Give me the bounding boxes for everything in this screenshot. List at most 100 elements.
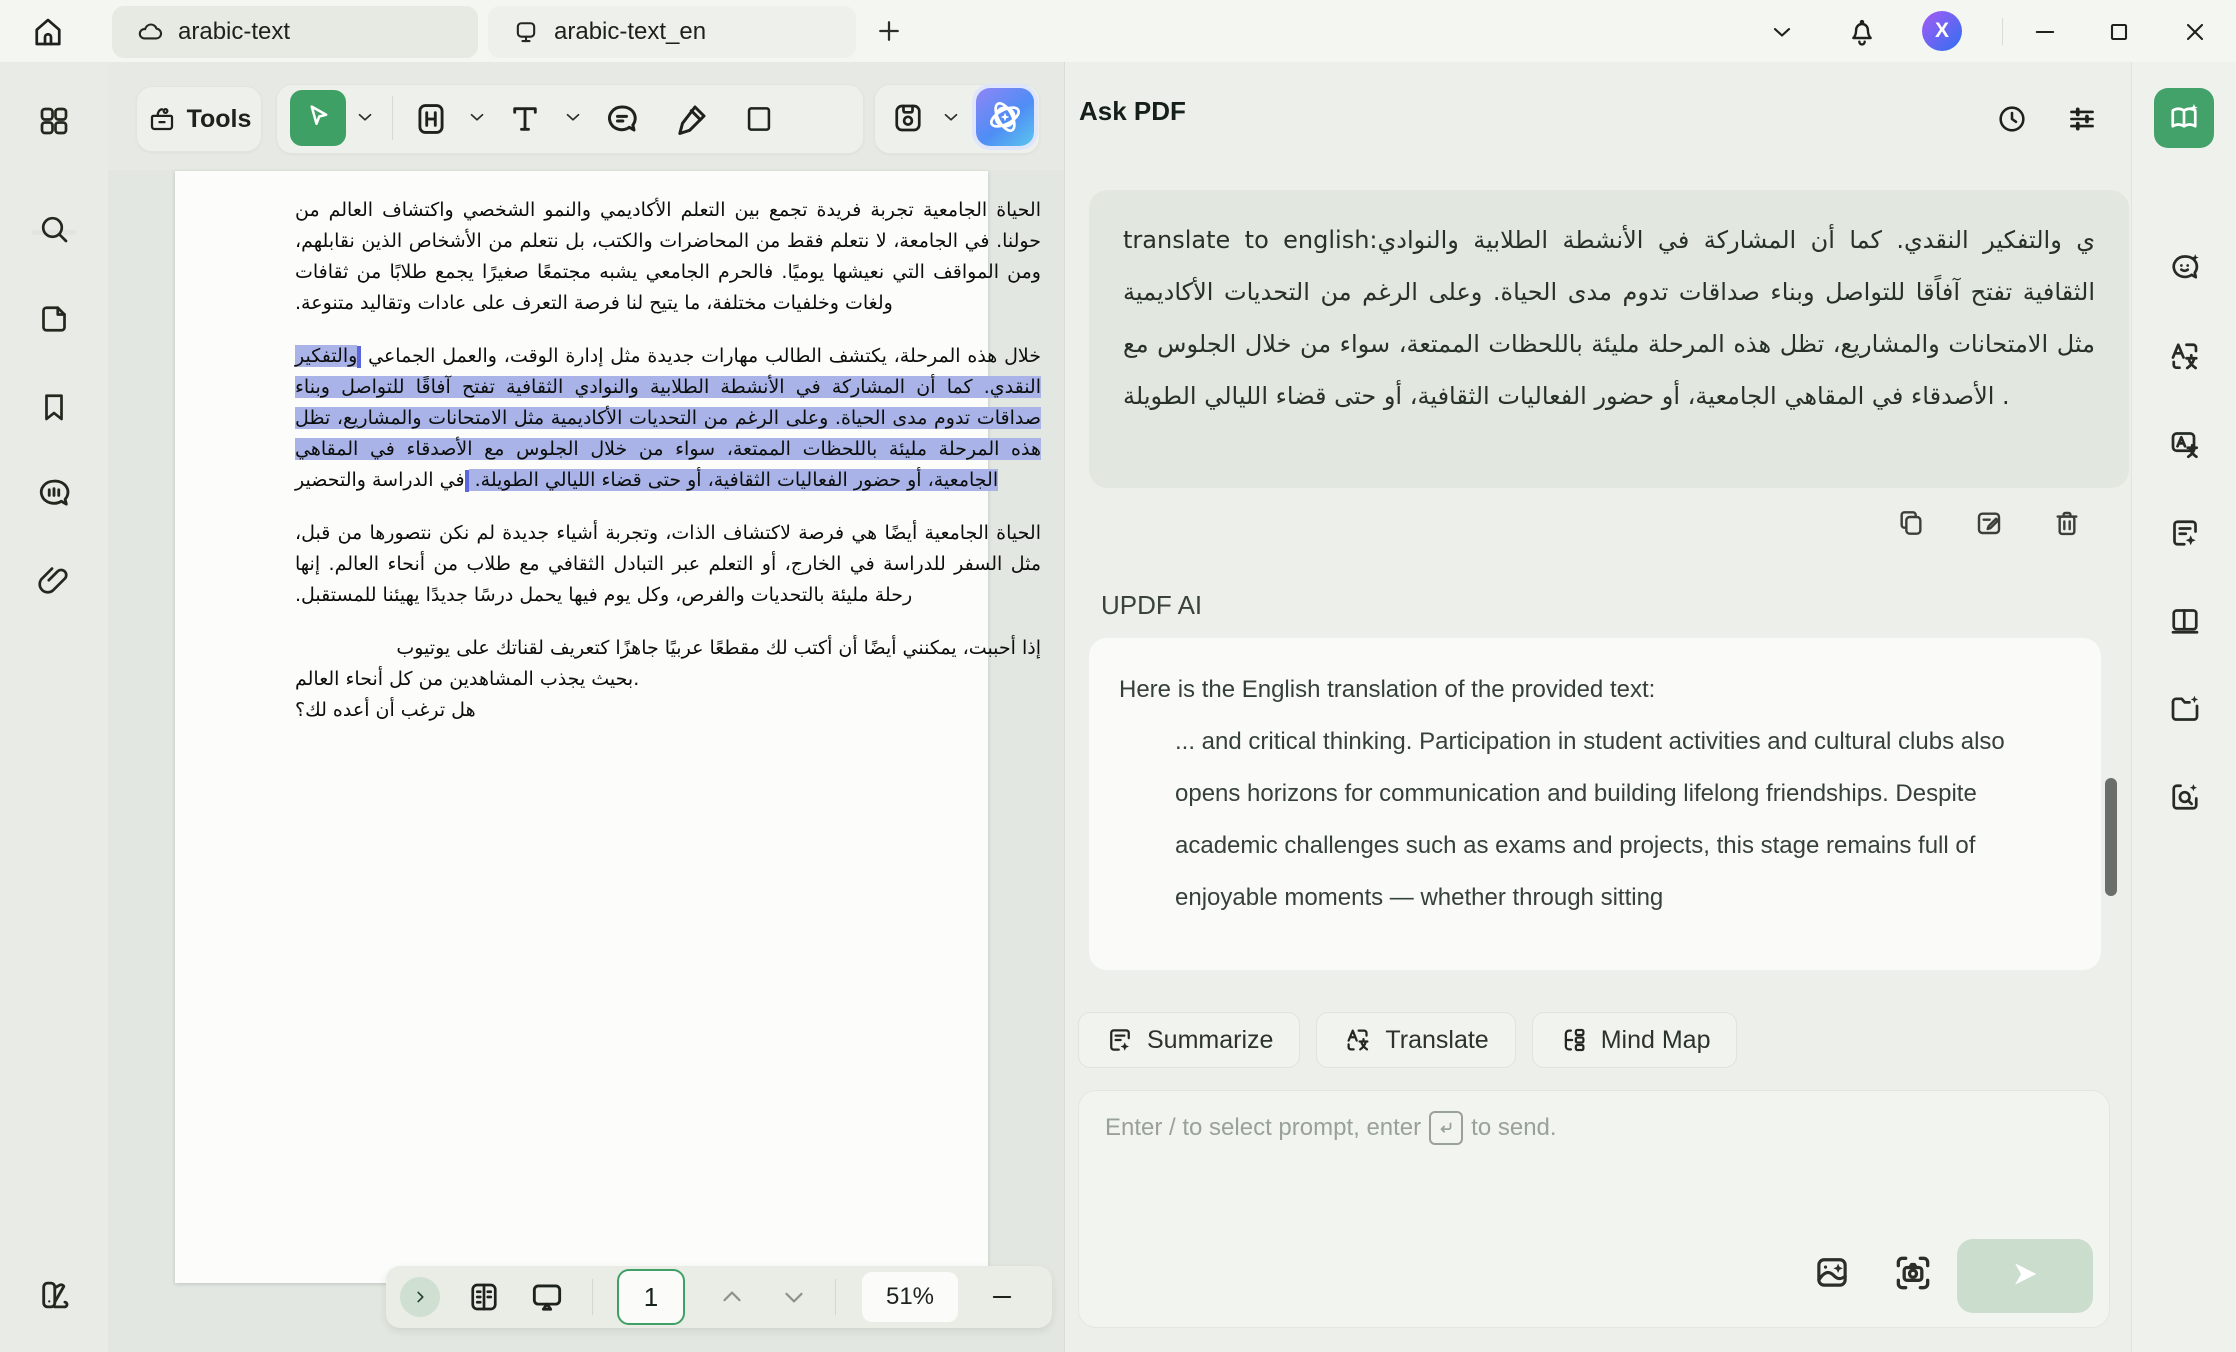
pdf-page[interactable]: الحياة الجامعية تجربة فريدة تجمع بين الت… bbox=[175, 171, 988, 1283]
mind-map-label: Mind Map bbox=[1601, 1026, 1711, 1055]
edit-text-tool-icon[interactable] bbox=[412, 100, 450, 138]
ai-chat-icon[interactable] bbox=[2167, 249, 2203, 285]
minimize-button[interactable] bbox=[2028, 16, 2062, 48]
comment-tool-icon[interactable] bbox=[602, 99, 642, 139]
select-tool-button[interactable] bbox=[290, 90, 346, 146]
delete-trash-icon[interactable] bbox=[2051, 507, 2083, 539]
ai-response-card[interactable]: Here is the English translation of the p… bbox=[1089, 638, 2101, 970]
doc-paragraph-2: خلال هذه المرحلة، يكتشف الطالب مهارات جد… bbox=[295, 341, 1041, 496]
save-chevron-icon[interactable] bbox=[940, 106, 962, 128]
history-clock-icon[interactable] bbox=[1995, 102, 2029, 136]
new-tab-button[interactable] bbox=[874, 16, 904, 46]
search-icon[interactable] bbox=[35, 210, 73, 248]
ai-summary-icon[interactable] bbox=[2167, 515, 2203, 551]
attachment-paperclip-icon[interactable] bbox=[35, 562, 73, 600]
two-page-view-icon[interactable] bbox=[466, 1279, 502, 1315]
ai-orbit-icon bbox=[985, 97, 1025, 137]
home-icon bbox=[30, 14, 66, 50]
tools-icon bbox=[147, 104, 177, 134]
ask-pdf-panel: Ask PDF translate to english:ي والتفكير … bbox=[1064, 62, 2131, 1352]
ai-response-intro: Here is the English translation of the p… bbox=[1119, 664, 2071, 716]
send-arrow-icon bbox=[2008, 1257, 2042, 1296]
prompt-input[interactable]: Enter / to select prompt, enter to send. bbox=[1078, 1090, 2110, 1328]
tools-button[interactable]: Tools bbox=[136, 86, 262, 152]
maximize-button[interactable] bbox=[2102, 16, 2136, 48]
translate-button[interactable]: Translate bbox=[1316, 1012, 1515, 1068]
edit-text-chevron-icon[interactable] bbox=[466, 106, 488, 128]
summarize-button[interactable]: Summarize bbox=[1078, 1012, 1300, 1068]
right-sidebar bbox=[2131, 62, 2236, 1352]
edit-note-icon[interactable] bbox=[1973, 507, 2005, 539]
comments-icon[interactable] bbox=[35, 474, 73, 512]
settings-sliders-icon[interactable] bbox=[2065, 102, 2099, 136]
thumbnails-grid-icon[interactable] bbox=[35, 102, 73, 140]
tab-arabic-text-en[interactable]: arabic-text_en bbox=[488, 6, 856, 58]
ai-files-folder-icon[interactable] bbox=[2167, 691, 2203, 727]
next-page-button[interactable] bbox=[779, 1282, 809, 1312]
ask-pdf-active-button[interactable] bbox=[2154, 88, 2214, 148]
document-tab-icon bbox=[512, 18, 540, 46]
titlebar: arabic-text arabic-text_en X bbox=[0, 0, 2236, 62]
page-number-input[interactable]: 1 bbox=[617, 1269, 685, 1325]
presentation-mode-icon[interactable] bbox=[528, 1278, 566, 1316]
tab-arabic-text[interactable]: arabic-text bbox=[112, 6, 478, 58]
screenshot-camera-icon[interactable] bbox=[1891, 1251, 1935, 1295]
copy-icon[interactable] bbox=[1895, 507, 1927, 539]
cursor-icon bbox=[303, 101, 333, 136]
updf-window: arabic-text arabic-text_en X bbox=[0, 0, 2236, 1352]
toolbar-divider bbox=[392, 96, 393, 140]
add-text-tool-icon[interactable] bbox=[506, 100, 544, 138]
mind-map-button[interactable]: Mind Map bbox=[1532, 1012, 1738, 1068]
summarize-icon bbox=[1105, 1025, 1135, 1055]
select-tool-chevron-icon[interactable] bbox=[354, 106, 376, 128]
tab-label: arabic-text bbox=[178, 18, 290, 46]
doc-paragraph-2-post: في الدراسة والتحضير bbox=[295, 469, 465, 491]
previous-page-button[interactable] bbox=[717, 1282, 747, 1312]
translate-text-icon[interactable] bbox=[2167, 338, 2203, 374]
left-sidebar bbox=[0, 62, 108, 1352]
reader-layout-icon[interactable] bbox=[2167, 603, 2203, 639]
user-message-text: translate to english:ي والتفكير النقدي. … bbox=[1123, 226, 2095, 410]
translate-page-icon[interactable] bbox=[2167, 426, 2203, 462]
tools-label: Tools bbox=[187, 105, 252, 134]
user-message-bubble[interactable]: translate to english:ي والتفكير النقدي. … bbox=[1089, 190, 2129, 488]
expand-pager-button[interactable] bbox=[400, 1277, 440, 1317]
doc-paragraph-1: الحياة الجامعية تجربة فريدة تجمع بين الت… bbox=[295, 195, 1041, 319]
send-button[interactable] bbox=[1957, 1239, 2093, 1313]
shape-rectangle-tool-icon[interactable] bbox=[742, 102, 776, 136]
save-icon[interactable] bbox=[890, 100, 926, 136]
doc-paragraph-4-line-3: هل ترغب أن أعده لك؟ bbox=[295, 695, 1041, 726]
tab-label: arabic-text_en bbox=[554, 18, 706, 46]
zoom-level-display[interactable]: 51% bbox=[862, 1272, 958, 1322]
doc-paragraph-4-line-2: .بحيث يجذب المشاهدين من كل أنحاء العالم bbox=[295, 664, 1041, 695]
pager-divider bbox=[835, 1279, 836, 1315]
home-button[interactable] bbox=[26, 12, 70, 52]
message-actions bbox=[1895, 507, 2083, 539]
zoom-out-button[interactable] bbox=[988, 1283, 1016, 1311]
pages-icon[interactable] bbox=[35, 300, 73, 338]
titlebar-divider bbox=[2002, 18, 2003, 45]
enter-key-icon bbox=[1429, 1111, 1463, 1145]
pen-markup-tool-icon[interactable] bbox=[672, 99, 712, 139]
placeholder-before: Enter / to select prompt, enter bbox=[1105, 1114, 1421, 1142]
mind-map-icon bbox=[1559, 1025, 1589, 1055]
user-avatar[interactable]: X bbox=[1922, 11, 1962, 51]
selection-handle-end[interactable] bbox=[465, 470, 469, 492]
document-text: الحياة الجامعية تجربة فريدة تجمع بين الت… bbox=[295, 195, 1041, 726]
updf-ai-button[interactable] bbox=[976, 88, 1034, 146]
swatches-palette-icon[interactable] bbox=[35, 1276, 73, 1314]
bookmark-icon[interactable] bbox=[35, 388, 73, 426]
chat-scrollbar[interactable] bbox=[2105, 778, 2117, 896]
collapse-toolbar-chevron[interactable] bbox=[1765, 16, 1799, 48]
add-text-chevron-icon[interactable] bbox=[562, 106, 584, 128]
insert-image-icon[interactable] bbox=[1811, 1251, 1853, 1293]
page-navigation-bar: 1 51% bbox=[386, 1266, 1052, 1328]
book-sparkle-icon bbox=[2166, 100, 2202, 136]
ai-search-icon[interactable] bbox=[2167, 779, 2203, 815]
panel-title: Ask PDF bbox=[1079, 96, 1186, 127]
notifications-bell-icon[interactable] bbox=[1845, 16, 1879, 48]
close-button[interactable] bbox=[2178, 16, 2212, 48]
doc-paragraph-3: الحياة الجامعية أيضًا هي فرصة لاكتشاف ال… bbox=[295, 518, 1041, 611]
quick-actions-row: Summarize Translate Mind Map bbox=[1078, 1012, 1737, 1068]
translate-label: Translate bbox=[1385, 1026, 1488, 1055]
